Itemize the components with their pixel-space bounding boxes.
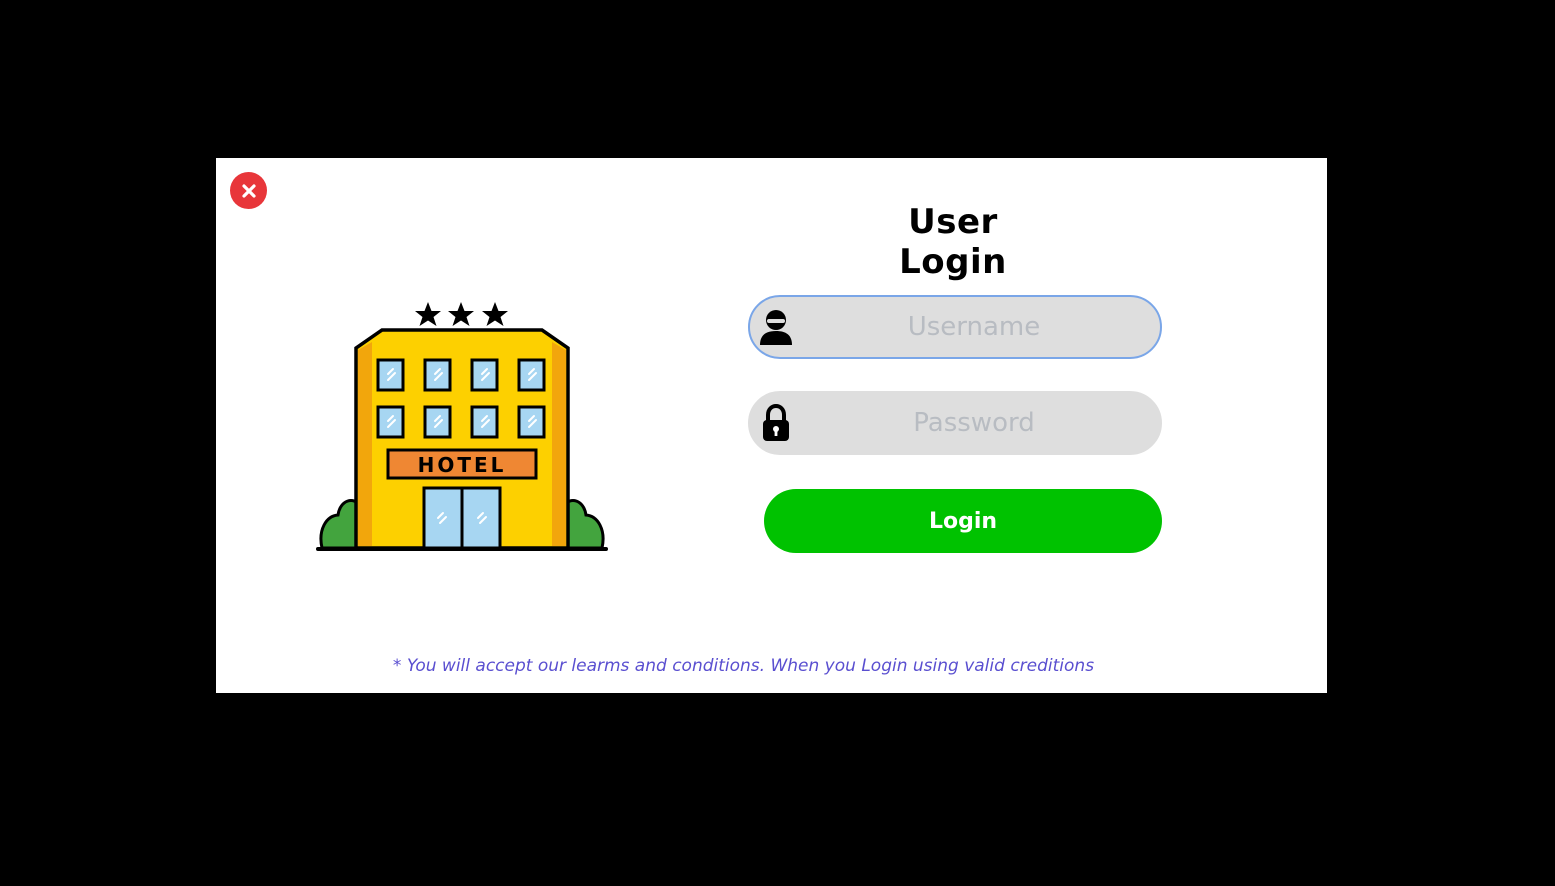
login-button[interactable]: Login (764, 489, 1162, 553)
hotel-sign-text: HOTEL (418, 453, 507, 477)
rating-stars-icon (415, 302, 508, 326)
username-input[interactable] (800, 297, 1148, 357)
close-button[interactable] (230, 172, 267, 209)
password-input[interactable] (800, 393, 1148, 453)
close-icon (241, 183, 256, 198)
username-field[interactable] (748, 295, 1162, 359)
login-dialog: HOTEL User Login Login * You will accept… (216, 158, 1327, 693)
user-icon (760, 310, 792, 345)
terms-notice: * You will accept our learms and conditi… (392, 656, 1095, 676)
hotel-building-icon: HOTEL (316, 302, 608, 551)
password-field[interactable] (748, 391, 1162, 455)
lock-icon (763, 404, 789, 441)
page-title: User Login (899, 202, 1007, 282)
